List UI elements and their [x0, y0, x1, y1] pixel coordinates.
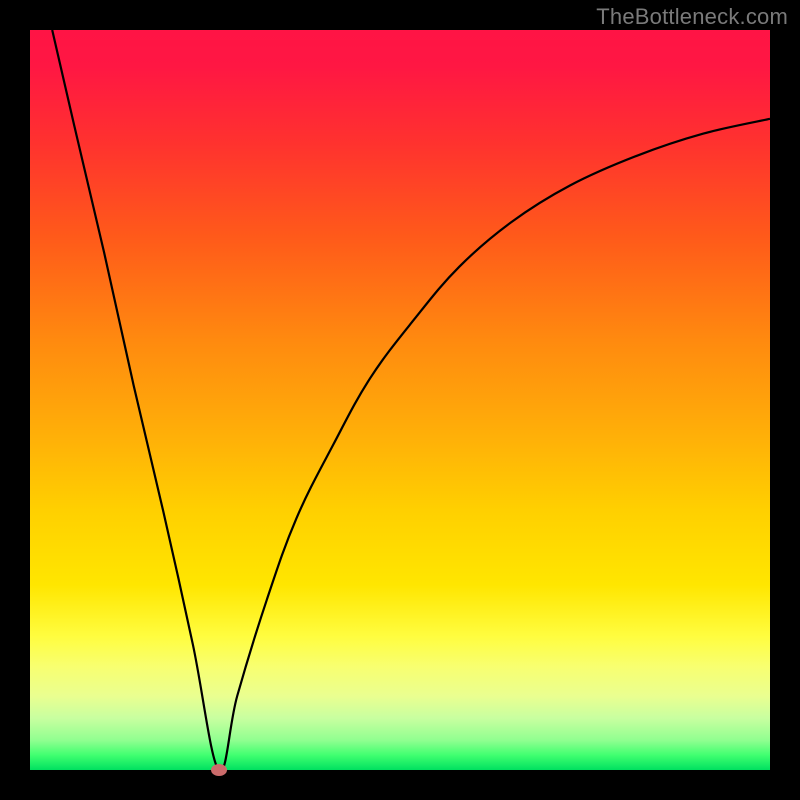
- bottleneck-curve: [52, 30, 770, 771]
- chart-frame: TheBottleneck.com: [0, 0, 800, 800]
- watermark-text: TheBottleneck.com: [596, 4, 788, 30]
- curve-svg: [30, 30, 770, 770]
- plot-area: [30, 30, 770, 770]
- minimum-marker: [211, 764, 227, 776]
